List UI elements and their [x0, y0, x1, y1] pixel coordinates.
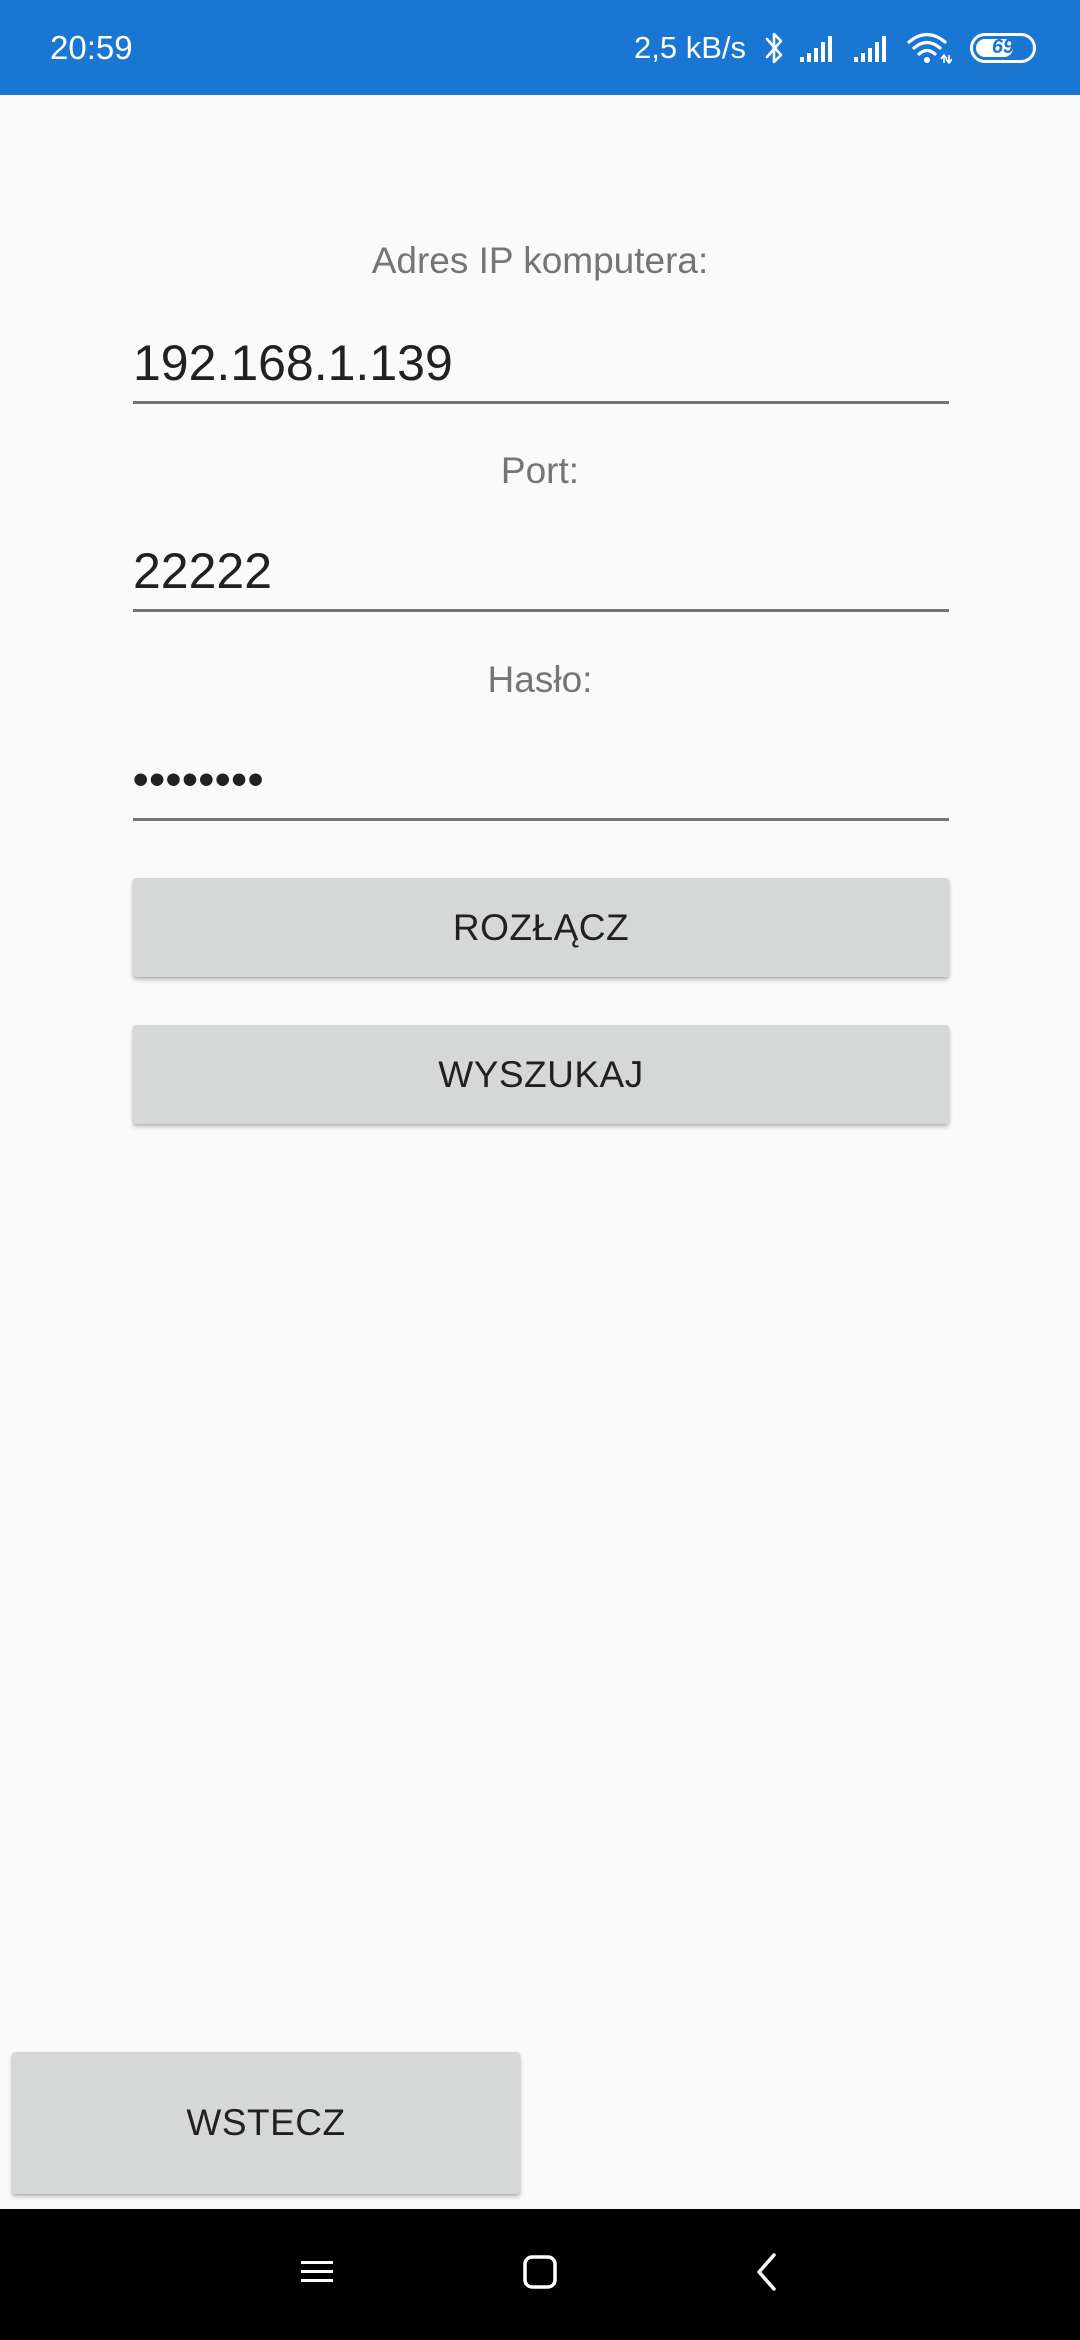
port-value: 22222: [133, 543, 273, 599]
back-icon: [754, 2252, 780, 2297]
ip-address-field[interactable]: 192.168.1.139: [133, 330, 949, 404]
navigation-bar: [0, 2209, 1080, 2340]
network-speed: 2,5 kB/s: [634, 29, 746, 65]
status-time: 20:59: [50, 29, 133, 66]
password-field[interactable]: ••••••••: [133, 747, 949, 821]
back-nav-button[interactable]: [707, 2209, 827, 2340]
menu-icon: [300, 2257, 334, 2292]
battery-level: 69: [991, 36, 1015, 58]
status-indicators: 2,5 kB/s 69: [634, 0, 1036, 95]
wifi-icon: [906, 31, 952, 65]
home-icon: [522, 2254, 558, 2295]
search-button[interactable]: WYSZUKAJ: [133, 1025, 949, 1124]
ip-address-value: 192.168.1.139: [133, 335, 453, 391]
status-bar: 20:59 2,5 kB/s 69: [0, 0, 1080, 95]
home-button[interactable]: [480, 2209, 600, 2340]
disconnect-button[interactable]: ROZŁĄCZ: [133, 878, 949, 977]
menu-button[interactable]: [257, 2209, 377, 2340]
password-label: Hasło:: [487, 659, 593, 700]
port-field[interactable]: 22222: [133, 538, 949, 612]
signal-icon: [852, 33, 894, 63]
password-value: ••••••••: [133, 755, 265, 804]
ip-address-label: Adres IP komputera:: [371, 240, 709, 281]
port-label: Port:: [500, 450, 580, 491]
bluetooth-icon: [762, 30, 786, 66]
back-button[interactable]: WSTECZ: [12, 2052, 520, 2194]
battery-icon: 69: [970, 32, 1036, 63]
signal-icon: [798, 33, 840, 63]
